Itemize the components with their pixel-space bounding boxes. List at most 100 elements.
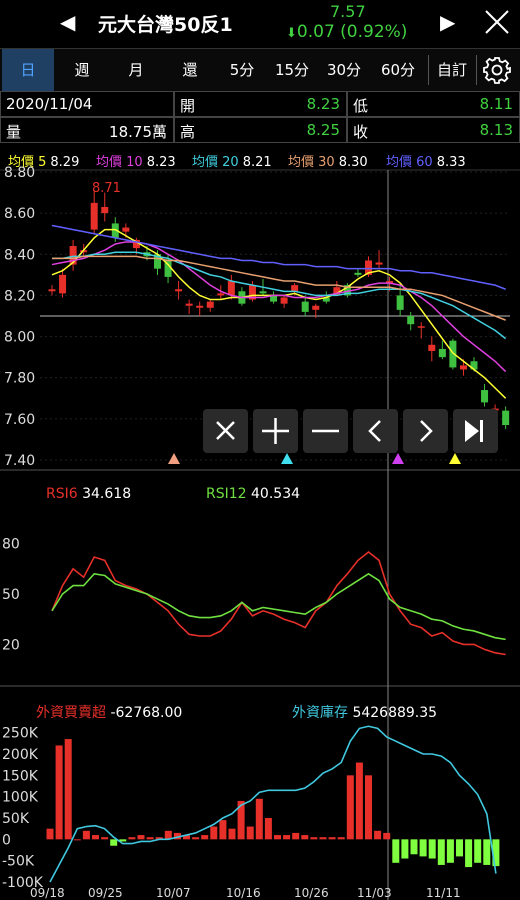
price-tick-label: 8.20	[4, 288, 35, 304]
close-icon	[216, 421, 235, 440]
date-tick-label: 10/16	[226, 886, 261, 900]
foreign-tick-label: 0	[2, 832, 11, 848]
date-tick-label: 10/26	[294, 886, 329, 900]
foreign-tick-label: -50K	[2, 854, 35, 870]
foreign-holding-legend: 外資庫存 5426889.35	[292, 702, 437, 722]
date-tick-label: 09/18	[30, 886, 65, 900]
foreign-net-bar	[283, 835, 291, 840]
foreign-net-bar	[46, 828, 54, 840]
candle-body	[417, 326, 425, 328]
foreign-tick-label: 100K	[2, 790, 39, 806]
date-tick-label: 11/03	[357, 886, 392, 900]
candle-body	[301, 301, 309, 312]
foreign-net-bar	[128, 837, 136, 840]
high-price-label: 8.71	[92, 181, 121, 196]
candle-body	[206, 301, 214, 308]
price-tick-label: 7.40	[4, 453, 35, 469]
foreign-net-bar	[82, 830, 90, 840]
zoom-out-button[interactable]	[303, 409, 348, 453]
rsi12-label: RSI12	[206, 486, 247, 502]
rsi-tick-label: 80	[2, 537, 20, 553]
event-marker	[449, 453, 461, 464]
rsi6-line	[51, 550, 506, 656]
foreign-net-bar	[310, 837, 318, 840]
candle-body	[59, 274, 67, 294]
foreign-net-bar	[446, 839, 454, 863]
event-marker	[392, 453, 404, 464]
candle-body	[428, 344, 436, 351]
rsi12-value: 40.534	[251, 486, 301, 502]
zoom-in-button[interactable]	[253, 409, 298, 453]
foreign-net-bar	[337, 837, 345, 840]
foreign-holding-value: 5426889.35	[352, 705, 438, 721]
foreign-net-bar	[428, 839, 436, 859]
foreign-net-bar	[355, 762, 363, 840]
skip-end-icon	[465, 420, 483, 442]
foreign-net-bar	[292, 832, 300, 840]
foreign-net-bar	[101, 837, 109, 840]
rsi12-legend: RSI12 40.534	[206, 486, 300, 502]
event-marker	[281, 453, 293, 464]
ma5-line	[51, 228, 507, 399]
foreign-net-bar	[192, 837, 200, 840]
candle-body	[122, 227, 130, 232]
foreign-net-bar	[228, 828, 236, 840]
price-tick-label: 8.60	[4, 206, 35, 222]
foreign-net-bar	[255, 798, 263, 840]
candle-body	[175, 289, 183, 292]
foreign-tick-label: 50K	[2, 811, 30, 827]
rsi-tick-label: 50	[2, 587, 20, 603]
price-tick-label: 8.00	[4, 330, 35, 346]
candle-body	[291, 285, 299, 292]
foreign-net-bar	[419, 839, 427, 857]
foreign-net-bar	[137, 835, 145, 840]
foreign-net-bar	[246, 826, 254, 840]
candle-body	[101, 206, 109, 214]
ma10-line	[51, 241, 507, 373]
foreign-holding-line	[49, 725, 497, 883]
jump-to-end-button[interactable]	[453, 409, 498, 453]
foreign-net-bar	[383, 832, 391, 840]
foreign-net-bar	[374, 830, 382, 840]
candle-body	[354, 272, 362, 275]
foreign-net-bar	[301, 835, 309, 840]
candle-body	[185, 303, 193, 306]
foreign-net-bar	[264, 818, 272, 840]
candle-body	[407, 316, 415, 325]
candle-body	[375, 262, 383, 265]
price-tick-label: 8.80	[4, 165, 35, 181]
plus-icon	[262, 418, 289, 444]
foreign-net-bar	[346, 775, 354, 840]
chart-toolbar	[203, 409, 505, 453]
foreign-net-value: -62768.00	[110, 705, 183, 721]
candle-body	[196, 305, 204, 308]
price-tick-label: 7.80	[4, 371, 35, 387]
date-tick-label: 10/07	[156, 886, 191, 900]
foreign-net-bar	[483, 839, 491, 865]
foreign-net-bar	[274, 835, 281, 840]
foreign-net-bar	[146, 837, 154, 840]
foreign-net-bar	[401, 839, 409, 859]
scroll-right-button[interactable]	[403, 409, 448, 453]
candle-body	[459, 365, 467, 370]
price-tick-label: 7.60	[4, 412, 35, 428]
rsi-tick-label: 20	[2, 637, 20, 653]
foreign-net-bar	[456, 839, 463, 857]
foreign-net-bar	[210, 826, 218, 840]
foreign-net-bar	[319, 837, 327, 840]
foreign-net-bar	[465, 839, 473, 868]
candle-body	[217, 293, 225, 296]
rsi6-legend: RSI6 34.618	[46, 486, 131, 502]
foreign-net-bar	[92, 835, 99, 840]
foreign-net-bar	[328, 837, 336, 840]
foreign-net-bar	[73, 839, 81, 841]
chevron-left-icon	[368, 420, 381, 442]
date-tick-label: 09/25	[88, 886, 123, 900]
foreign-net-bar	[392, 839, 400, 863]
scroll-left-button[interactable]	[353, 409, 398, 453]
rsi6-label: RSI6	[46, 486, 78, 502]
foreign-net-legend: 外資買賣超 -62768.00	[36, 702, 182, 722]
candle-body	[280, 297, 288, 304]
close-toolbar-button[interactable]	[203, 409, 248, 453]
candle-body	[312, 305, 320, 310]
